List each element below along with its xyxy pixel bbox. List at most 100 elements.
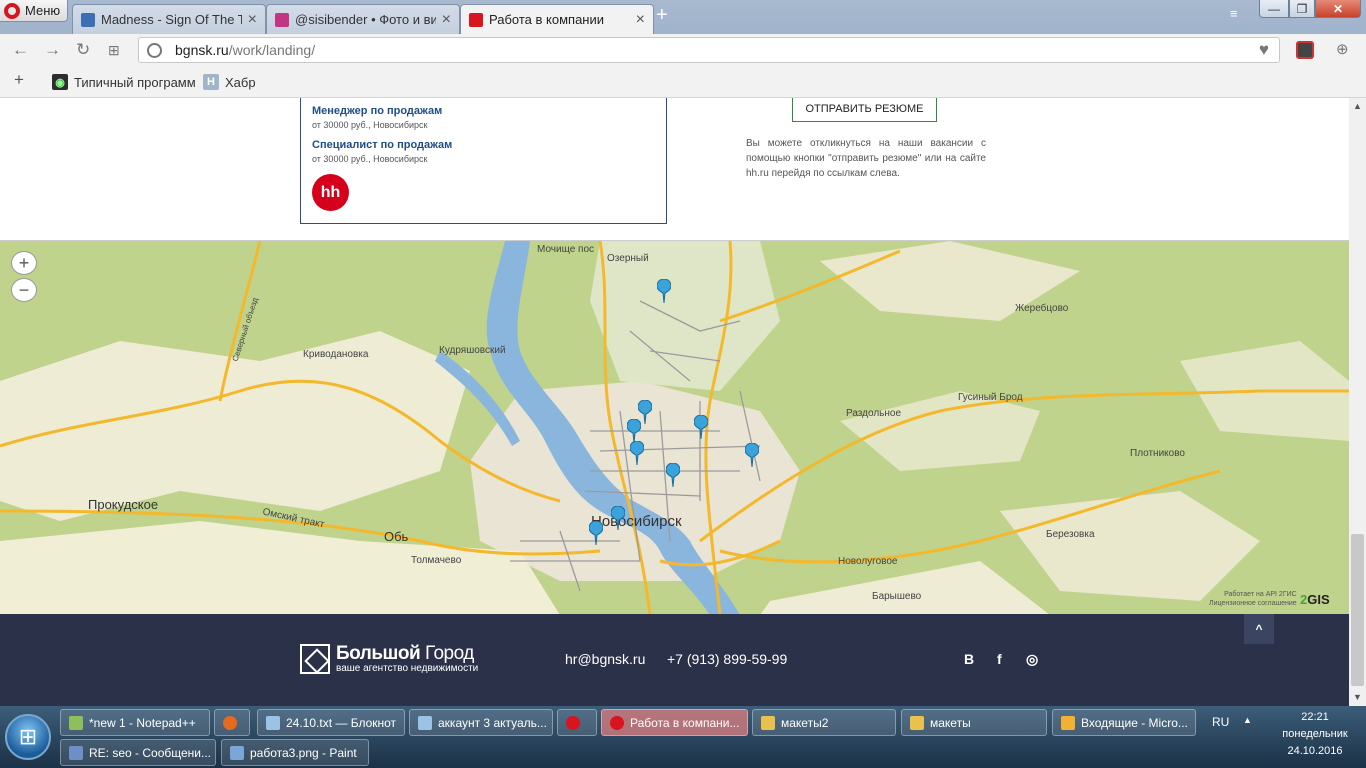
url-path: /work/landing/ [228,42,316,58]
back-icon[interactable]: ← [12,40,29,60]
list-item[interactable]: Менеджер по продажам от 30000 руб., Ново… [312,105,442,130]
vk-icon[interactable]: B [964,651,974,667]
site-info-icon[interactable] [147,42,162,58]
opera-menu-button[interactable]: Меню [0,0,68,22]
task-notepadpp[interactable]: *new 1 - Notepad++ [60,709,210,736]
alien-avatar-icon: ◉ [52,74,68,90]
new-tab-icon[interactable]: + [656,4,668,27]
map-attribution: Работает на API 2ГИС Лицензионное соглаш… [1209,591,1297,607]
bookmark-habr[interactable]: H Хабр [203,74,256,90]
system-clock[interactable]: 22:21 понедельник 24.10.2016 [1266,709,1364,760]
map-marker-icon[interactable] [630,441,644,465]
footer: ^ Большой Город ваше агентство недвижимо… [0,614,1349,706]
tab-madness[interactable]: Madness - Sign Of The Tim × [72,4,266,34]
vacancy-meta: от 30000 руб., Новосибирск [312,154,428,164]
task-outlook[interactable]: Входящие - Micro... [1052,709,1196,736]
bookmarks-bar: + ◉ Типичный программ H Хабр [0,66,1366,98]
map-label: Толмачево [411,555,462,566]
speed-dial-icon[interactable]: ⊞ [108,42,120,59]
2gis-logo[interactable]: 2GIS [1300,592,1330,607]
map-marker-icon[interactable] [694,415,708,439]
instagram-icon [275,12,289,27]
firefox-icon [223,715,237,730]
map-label: Плотниково [1130,448,1185,459]
close-icon[interactable]: × [248,11,257,29]
vacancies-panel: Менеджер по продажам от 30000 руб., Ново… [300,98,667,224]
map-label: Кудряшовский [439,345,506,356]
tab-instagram[interactable]: @sisibender • Фото и вид × [266,4,460,34]
map-marker-icon[interactable] [589,521,603,545]
task-outlook-message[interactable]: RE: seo - Сообщени... [60,739,216,766]
map-label: Новосибирск [591,513,682,530]
map[interactable]: + − Мочище пос Озерный Кудряшовский Крив… [0,240,1349,614]
map-marker-icon[interactable] [666,463,680,487]
scroll-to-top-button[interactable]: ^ [1244,614,1274,644]
map-label: Прокудское [88,497,159,512]
map-label: Березовка [1046,529,1095,540]
browser-tab-bar: Меню Madness - Sign Of The Tim × @sisibe… [0,0,1366,34]
reload-icon[interactable]: ↻ [76,40,90,60]
vacancy-title[interactable]: Специалист по продажам [312,139,452,151]
close-icon[interactable]: × [636,11,645,29]
screen: Меню Madness - Sign Of The Tim × @sisibe… [0,0,1366,768]
brand-mark-icon [300,644,330,674]
map-label: Мочище пос [537,244,595,255]
pause-icon [81,12,95,27]
url-host: bgnsk.ru [175,42,229,58]
scroll-up-icon[interactable]: ▲ [1353,101,1362,111]
zoom-out-button[interactable]: − [11,278,37,302]
add-bookmark-icon[interactable]: + [14,70,24,90]
facebook-icon[interactable]: f [997,651,1002,667]
url-input[interactable]: bgnsk.ru /work/landing/ ♥ [138,37,1280,63]
vacancy-title[interactable]: Менеджер по продажам [312,105,442,117]
map-marker-icon[interactable] [627,419,641,443]
send-resume-button[interactable]: ОТПРАВИТЬ РЕЗЮМЕ [792,98,937,122]
hh-logo[interactable]: hh [312,174,349,211]
brand-tagline: ваше агентство недвижимости [336,663,479,674]
list-item[interactable]: Специалист по продажам от 30000 руб., Но… [312,139,452,164]
task-opera-rabota[interactable]: Работа в компани... [601,709,748,736]
tab-menu-icon[interactable]: ≡ [1230,6,1238,21]
forward-icon[interactable]: → [44,40,61,60]
start-button[interactable]: ⊞ [5,714,51,760]
download-icon[interactable]: ⊕ [1336,40,1349,58]
paint-icon [230,745,244,760]
map-label: Гусиный Брод [958,392,1023,403]
tray-expand-icon[interactable]: ▲ [1243,715,1252,725]
folder-icon [910,715,924,730]
task-folder-maket2[interactable]: макеты2 [752,709,896,736]
page-scrollbar[interactable]: ▲ ▼ [1349,98,1366,706]
instagram-icon[interactable]: ◎ [1026,651,1038,668]
footer-phone[interactable]: +7 (913) 899-59-99 [667,651,787,667]
vacancy-meta: от 30000 руб., Новосибирск [312,120,428,130]
minimize-button[interactable]: — [1259,0,1289,18]
tab-rabota[interactable]: Работа в компании × [460,4,654,34]
map-label: Криводановка [303,349,369,360]
task-notepad[interactable]: 24.10.txt — Блокнот [257,709,405,736]
footer-email[interactable]: hr@bgnsk.ru [565,651,645,667]
scroll-thumb[interactable] [1351,534,1364,686]
zoom-in-button[interactable]: + [11,251,37,275]
close-icon[interactable]: × [442,11,451,29]
scroll-down-icon[interactable]: ▼ [1353,692,1362,702]
task-paint[interactable]: работа3.png - Paint [221,739,369,766]
notepadpp-icon [69,715,83,730]
maximize-button[interactable]: ❐ [1289,0,1315,18]
menu-label: Меню [25,3,61,18]
map-label: Раздольное [846,408,902,419]
close-window-button[interactable]: ✕ [1315,0,1361,18]
task-opera[interactable] [557,709,597,736]
bookmark-heart-icon[interactable]: ♥ [1259,40,1269,60]
extension-icon[interactable] [1296,41,1314,59]
task-firefox[interactable] [214,709,250,736]
brand-logo[interactable]: Большой Город ваше агентство недвижимост… [300,644,478,674]
bookmark-tipichny[interactable]: ◉ Типичный программ [52,74,196,90]
language-indicator[interactable]: RU [1212,715,1229,729]
map-marker-icon[interactable] [657,279,671,303]
task-notepad-account[interactable]: аккаунт 3 актуаль... [409,709,553,736]
task-folder-maket[interactable]: макеты [901,709,1047,736]
map-marker-icon[interactable] [611,506,625,530]
map-label: Жеребцово [1015,303,1069,314]
map-label: Озерный [607,253,649,264]
map-marker-icon[interactable] [745,443,759,467]
